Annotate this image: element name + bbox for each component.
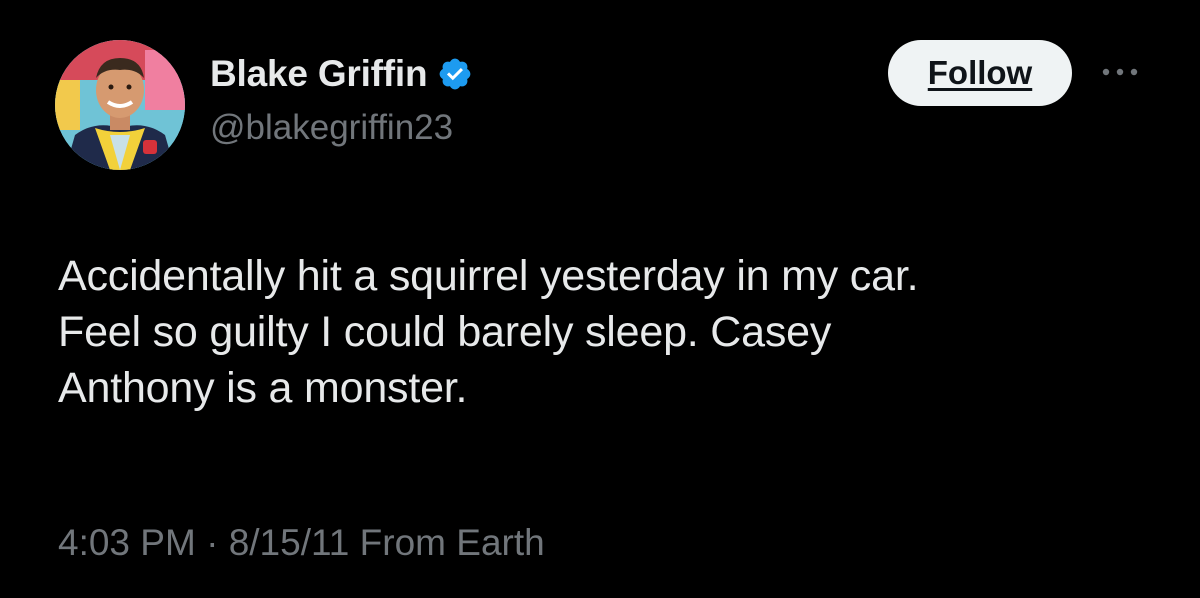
follow-button-label: Follow bbox=[927, 54, 1033, 91]
tweet-source: From Earth bbox=[359, 522, 545, 563]
tweet-date[interactable]: 8/15/11 bbox=[229, 522, 350, 563]
tweet-meta: 4:03 PM · 8/15/11 From Earth bbox=[58, 522, 545, 564]
author-name-row: Blake Griffin bbox=[210, 52, 473, 96]
more-dots-icon[interactable] bbox=[1098, 60, 1142, 84]
tweet-time[interactable]: 4:03 PM bbox=[58, 522, 196, 563]
follow-button[interactable]: Follow bbox=[888, 40, 1072, 106]
author-display-name[interactable]: Blake Griffin bbox=[210, 53, 428, 95]
tweet-card: Blake Griffin @blakegriffin23 Follow Acc… bbox=[0, 0, 1200, 598]
author-handle[interactable]: @blakegriffin23 bbox=[210, 108, 453, 148]
profile-photo-icon bbox=[55, 40, 185, 170]
tweet-text: Accidentally hit a squirrel yesterday in… bbox=[58, 252, 919, 412]
avatar[interactable] bbox=[55, 40, 185, 170]
meta-separator: · bbox=[206, 522, 219, 563]
verified-badge-icon bbox=[440, 58, 471, 90]
